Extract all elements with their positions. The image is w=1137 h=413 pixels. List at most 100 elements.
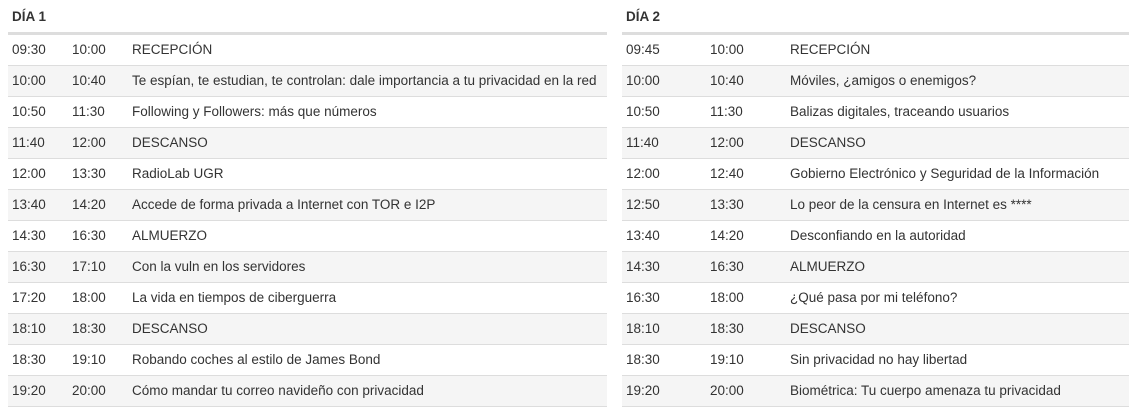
session-title: ALMUERZO	[132, 228, 208, 243]
session-title: ¿Qué pasa por mi teléfono?	[790, 290, 958, 305]
start-time: 13:40	[626, 228, 660, 243]
session-title: DESCANSO	[790, 321, 866, 336]
start-time: 10:00	[12, 73, 46, 88]
session-title: Biométrica: Tu cuerpo amenaza tu privaci…	[790, 383, 1061, 398]
schedule-row: 18:10 18:30 DESCANSO	[622, 314, 1129, 345]
end-time: 17:10	[72, 259, 106, 274]
schedule-row: 12:00 12:40 Gobierno Electrónico y Segurid…	[622, 159, 1129, 190]
schedule-row: 10:50 11:30 Balizas digitales, traceando u…	[622, 97, 1129, 128]
session-title: ALMUERZO	[790, 259, 866, 274]
day-1-rows: 09:30 10:00 RECEPCIÓN 10:00 10:40 Te espían, …	[8, 35, 607, 407]
end-time: 12:00	[72, 135, 106, 150]
end-time: 18:00	[72, 290, 106, 305]
session-title: La vida en tiempos de ciberguerra	[132, 290, 337, 305]
schedule-row: 14:30 16:30 ALMUERZO	[622, 252, 1129, 283]
schedule-row: 09:45 10:00 RECEPCIÓN	[622, 35, 1129, 66]
session-title: RECEPCIÓN	[790, 42, 871, 57]
start-time: 18:30	[626, 352, 660, 367]
session-title: RECEPCIÓN	[132, 42, 213, 57]
session-title: Gobierno Electrónico y Seguridad de la I…	[790, 166, 1100, 181]
end-time: 18:30	[710, 321, 744, 336]
end-time: 14:20	[72, 197, 106, 212]
schedule-row: 10:00 10:40 Te espían, te estudian, te con…	[8, 66, 607, 97]
end-time: 18:00	[710, 290, 744, 305]
session-title: DESCANSO	[132, 321, 208, 336]
end-time: 11:30	[710, 104, 743, 119]
schedule-row: 11:40 12:00 DESCANSO	[8, 128, 607, 159]
session-title: Balizas digitales, traceando usuarios	[790, 104, 1010, 119]
schedule-row: 18:30 19:10 Sin privacidad no hay libertad	[622, 345, 1129, 376]
end-time: 12:40	[710, 166, 744, 181]
session-title: Lo peor de la censura en Internet es ***…	[790, 197, 1032, 212]
session-title: Móviles, ¿amigos o enemigos?	[790, 73, 977, 88]
end-time: 20:00	[72, 383, 106, 398]
schedule-row: 10:50 11:30 Following y Followers: más que…	[8, 97, 607, 128]
end-time: 19:10	[72, 352, 106, 367]
schedule-row: 13:40 14:20 Desconfiando en la autoridad	[622, 221, 1129, 252]
end-time: 16:30	[72, 228, 106, 243]
start-time: 10:00	[626, 73, 660, 88]
start-time: 12:00	[12, 166, 46, 181]
session-title: Desconfiando en la autoridad	[790, 228, 966, 243]
schedule-row: 19:20 20:00 Biométrica: Tu cuerpo amenaza …	[622, 376, 1129, 407]
schedule-row: 11:40 12:00 DESCANSO	[622, 128, 1129, 159]
start-time: 12:50	[626, 197, 660, 212]
start-time: 10:50	[626, 104, 660, 119]
start-time: 19:20	[12, 383, 46, 398]
session-title: DESCANSO	[790, 135, 866, 150]
start-time: 13:40	[12, 197, 46, 212]
end-time: 18:30	[72, 321, 106, 336]
start-time: 16:30	[12, 259, 46, 274]
schedule-row: 17:20 18:00 La vida en tiempos de cibergue…	[8, 283, 607, 314]
session-title: Sin privacidad no hay libertad	[790, 352, 968, 367]
end-time: 10:40	[72, 73, 106, 88]
start-time: 14:30	[12, 228, 46, 243]
start-time: 18:10	[626, 321, 660, 336]
schedule-row: 19:20 20:00 Cómo mandar tu correo navideño…	[8, 376, 607, 407]
session-title: Con la vuln en los servidores	[132, 259, 306, 274]
day-2-schedule-table: DÍA 2 09:45 10:00 RECEPCIÓN 10:00 10:40 Móvil…	[622, 0, 1129, 407]
start-time: 19:20	[626, 383, 660, 398]
end-time: 13:30	[710, 197, 744, 212]
schedule-row: 12:00 13:30 RadioLab UGR	[8, 159, 607, 190]
start-time: 14:30	[626, 259, 660, 274]
schedule-page: DÍA 1 09:30 10:00 RECEPCIÓN 10:00 10:40 Te es…	[0, 0, 1137, 413]
start-time: 12:00	[626, 166, 660, 181]
schedule-row: 10:00 10:40 Móviles, ¿amigos o enemigos?	[622, 66, 1129, 97]
day-2-header: DÍA 2	[622, 0, 1129, 35]
schedule-row: 16:30 18:00 ¿Qué pasa por mi teléfono?	[622, 283, 1129, 314]
session-title: RadioLab UGR	[132, 166, 224, 181]
schedule-row: 14:30 16:30 ALMUERZO	[8, 221, 607, 252]
day-2-rows: 09:45 10:00 RECEPCIÓN 10:00 10:40 Móviles, ¿a…	[622, 35, 1129, 407]
day-1-header: DÍA 1	[8, 0, 607, 35]
session-title: Accede de forma privada a Internet con T…	[132, 197, 436, 212]
session-title: Cómo mandar tu correo navideño con priva…	[132, 383, 424, 398]
schedule-row: 09:30 10:00 RECEPCIÓN	[8, 35, 607, 66]
end-time: 10:00	[72, 42, 106, 57]
end-time: 10:40	[710, 73, 744, 88]
start-time: 11:40	[12, 135, 45, 150]
end-time: 13:30	[72, 166, 106, 181]
start-time: 18:10	[12, 321, 46, 336]
end-time: 20:00	[710, 383, 744, 398]
schedule-row: 16:30 17:10 Con la vuln en los servidores	[8, 252, 607, 283]
start-time: 17:20	[12, 290, 46, 305]
schedule-row: 18:10 18:30 DESCANSO	[8, 314, 607, 345]
start-time: 09:30	[12, 42, 46, 57]
end-time: 16:30	[710, 259, 744, 274]
start-time: 11:40	[626, 135, 659, 150]
schedule-row: 13:40 14:20 Accede de forma privada a Inte…	[8, 190, 607, 221]
end-time: 10:00	[710, 42, 744, 57]
start-time: 10:50	[12, 104, 46, 119]
end-time: 12:00	[710, 135, 744, 150]
start-time: 16:30	[626, 290, 660, 305]
session-title: Following y Followers: más que números	[132, 104, 377, 119]
session-title: DESCANSO	[132, 135, 208, 150]
start-time: 09:45	[626, 42, 660, 57]
session-title: Te espían, te estudian, te controlan: da…	[132, 73, 597, 88]
session-title: Robando coches al estilo de James Bond	[132, 352, 381, 367]
schedule-row: 18:30 19:10 Robando coches al estilo de Ja…	[8, 345, 607, 376]
schedule-row: 12:50 13:30 Lo peor de la censura en Inter…	[622, 190, 1129, 221]
day-1-schedule-table: DÍA 1 09:30 10:00 RECEPCIÓN 10:00 10:40 Te es…	[8, 0, 607, 407]
end-time: 11:30	[72, 104, 105, 119]
